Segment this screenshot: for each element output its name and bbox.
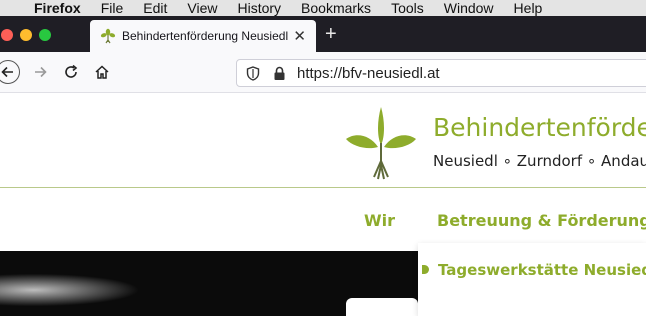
menu-help[interactable]: Help <box>514 0 543 16</box>
nav-item-betreuung[interactable]: Betreuung & Förderung <box>437 211 646 230</box>
shield-icon[interactable] <box>246 66 260 81</box>
dropdown-item-tageswerkstaette[interactable]: Tageswerkstätte Neusiedl <box>438 261 646 279</box>
site-subtitle: Neusiedl ∘ Zurndorf ∘ Andau ∘ <box>433 152 646 170</box>
tab-active[interactable]: Behindertenförderung Neusiedl ✕ <box>90 20 316 52</box>
home-icon <box>95 65 109 79</box>
menu-tools[interactable]: Tools <box>391 0 424 16</box>
lock-icon[interactable] <box>273 66 286 81</box>
header-divider <box>0 187 646 188</box>
nav-item-betreuung-label: Betreuung & Förderung <box>437 211 646 230</box>
tree-favicon-icon <box>100 28 116 44</box>
menu-file[interactable]: File <box>101 0 124 16</box>
web-page: Behindertenförderu Neusiedl ∘ Zurndorf ∘… <box>0 93 646 316</box>
reload-icon <box>65 64 78 78</box>
back-button[interactable] <box>0 60 20 84</box>
nav-item-wir[interactable]: Wir <box>364 211 395 230</box>
close-window-button[interactable] <box>1 29 13 41</box>
address-bar[interactable]: https://bfv-neusiedl.at <box>236 59 646 87</box>
macos-menubar: Firefox File Edit View History Bookmarks… <box>0 0 646 16</box>
tree-logo-icon[interactable] <box>344 99 418 181</box>
site-title[interactable]: Behindertenförderu <box>433 113 646 142</box>
zoom-window-button[interactable] <box>39 29 51 41</box>
forward-button[interactable] <box>28 60 52 84</box>
menu-window[interactable]: Window <box>444 0 494 16</box>
minimize-window-button[interactable] <box>20 29 32 41</box>
menu-view[interactable]: View <box>187 0 217 16</box>
nav-dropdown: Tageswerkstätte Neusiedl <box>418 243 646 316</box>
arrow-right-icon <box>35 66 47 78</box>
tab-title: Behindertenförderung Neusiedl <box>122 29 289 43</box>
url-text: https://bfv-neusiedl.at <box>297 65 440 82</box>
dropdown-bullet-icon <box>422 265 429 274</box>
nav-toolbar: https://bfv-neusiedl.at <box>0 52 646 93</box>
reload-button[interactable] <box>59 60 83 84</box>
tab-close-icon[interactable]: ✕ <box>293 27 306 45</box>
menu-app-firefox[interactable]: Firefox <box>34 0 81 16</box>
home-button[interactable] <box>90 60 114 84</box>
menu-history[interactable]: History <box>237 0 281 16</box>
arrow-left-icon <box>1 66 13 78</box>
menu-bookmarks[interactable]: Bookmarks <box>301 0 371 16</box>
new-tab-icon[interactable]: + <box>325 22 337 46</box>
menu-edit[interactable]: Edit <box>143 0 167 16</box>
hero-card <box>346 298 418 316</box>
